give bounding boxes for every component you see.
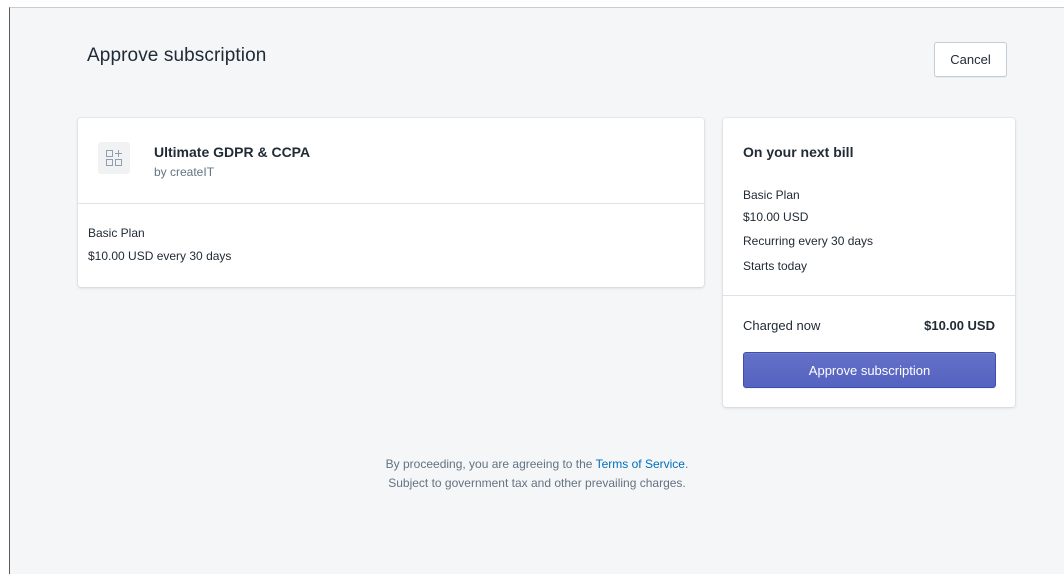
bill-recurring: Recurring every 30 days <box>743 234 874 248</box>
plan-price: $10.00 USD every 30 days <box>88 249 232 263</box>
app-header: Ultimate GDPR & CCPA by createIT <box>78 118 704 204</box>
approve-subscription-button[interactable]: Approve subscription <box>743 352 996 388</box>
plan-name: Basic Plan <box>88 226 145 240</box>
bill-price: $10.00 USD <box>743 210 809 224</box>
next-bill-card: On your next bill Basic Plan $10.00 USD … <box>723 118 1015 407</box>
next-bill-heading: On your next bill <box>743 144 854 160</box>
page-title: Approve subscription <box>87 45 267 66</box>
approve-subscription-page: Approve subscription Cancel Ultimate GDP… <box>9 7 1064 574</box>
bill-plan-name: Basic Plan <box>743 188 800 202</box>
terms-notice-suffix: . <box>684 457 689 471</box>
cancel-button[interactable]: Cancel <box>934 42 1007 77</box>
tax-notice: Subject to government tax and other prev… <box>388 476 686 490</box>
app-card: Ultimate GDPR & CCPA by createIT Basic P… <box>78 118 704 287</box>
app-name: Ultimate GDPR & CCPA <box>154 144 311 160</box>
charged-now-amount: $10.00 USD <box>924 318 995 333</box>
app-placeholder-icon <box>98 142 130 174</box>
app-author: by createIT <box>154 165 215 179</box>
bill-start: Starts today <box>743 259 808 273</box>
terms-notice: By proceeding, you are agreeing to the T… <box>10 457 1064 471</box>
terms-of-service-link[interactable]: Terms of Service <box>596 457 685 471</box>
charged-now-label: Charged now <box>743 318 821 333</box>
terms-notice-prefix: By proceeding, you are agreeing to the <box>385 457 596 471</box>
next-bill-summary: On your next bill Basic Plan $10.00 USD … <box>723 118 1015 296</box>
